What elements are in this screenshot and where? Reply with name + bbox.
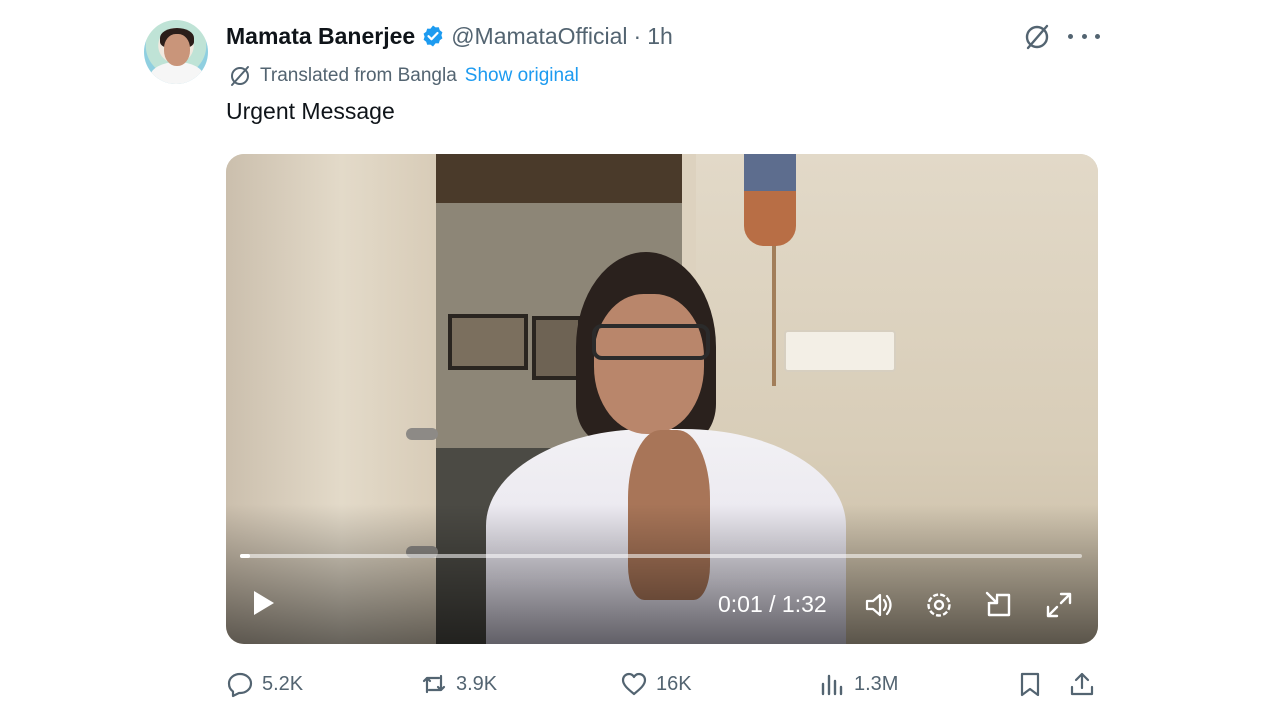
video-scene-wire (772, 246, 776, 386)
more-dot (1068, 33, 1073, 39)
video-scene-switchboard (784, 330, 896, 372)
views-count: 1.3M (854, 672, 899, 695)
video-scene-picture (532, 316, 582, 380)
avatar-face (164, 34, 190, 66)
tweet-header: Mamata Banerjee @MamataOfficial · 1h (226, 22, 673, 50)
tweet-time[interactable]: 1h (647, 23, 673, 50)
repost-button[interactable]: 3.9K (420, 668, 497, 700)
video-scene-door-handle (406, 428, 438, 440)
translation-notice: Translated from Bangla Show original (228, 62, 579, 90)
share-icon (1070, 672, 1094, 696)
like-count: 16K (656, 672, 692, 695)
reply-button[interactable]: 5.2K (226, 668, 303, 700)
share-button[interactable] (1068, 668, 1096, 700)
video-scene-picture (448, 314, 528, 370)
bookmark-icon (1020, 672, 1040, 697)
bookmark-button[interactable] (1016, 668, 1044, 700)
repost-icon (422, 674, 446, 694)
video-person-face (594, 294, 704, 434)
show-original-link[interactable]: Show original (465, 65, 579, 87)
translate-icon (231, 66, 249, 86)
settings-icon[interactable] (922, 588, 956, 622)
translated-label: Translated from Bangla (260, 65, 457, 86)
views-button[interactable]: 1.3M (818, 668, 898, 700)
views-icon (821, 674, 843, 696)
header-separator: · (633, 22, 642, 49)
video-player[interactable]: 0:01 / 1:32 (226, 154, 1098, 644)
author-name[interactable]: Mamata Banerjee (226, 23, 415, 50)
video-progress-bar[interactable] (240, 554, 1082, 558)
more-dot (1081, 33, 1087, 39)
grok-icon[interactable] (1022, 22, 1052, 52)
reply-count: 5.2K (262, 672, 304, 695)
reply-icon (227, 672, 253, 698)
author-avatar[interactable] (144, 20, 208, 84)
like-icon (621, 672, 647, 696)
more-icon[interactable] (1068, 26, 1100, 46)
pip-icon[interactable] (982, 588, 1016, 622)
video-scene-pot (744, 154, 796, 246)
tweet-text: Urgent Message (226, 98, 395, 124)
video-time-readout: 0:01 / 1:32 (718, 591, 827, 617)
video-progress-fill (240, 554, 251, 558)
more-dot (1095, 33, 1100, 39)
like-button[interactable]: 16K (620, 668, 692, 700)
author-handle[interactable]: @MamataOfficial (451, 23, 627, 50)
repost-count: 3.9K (456, 672, 498, 695)
video-controls-gradient (226, 504, 1098, 644)
video-person-glasses (592, 324, 710, 360)
play-icon[interactable] (246, 586, 280, 620)
fullscreen-icon[interactable] (1042, 588, 1076, 622)
volume-icon[interactable] (862, 588, 896, 622)
verified-badge-icon (423, 25, 443, 47)
